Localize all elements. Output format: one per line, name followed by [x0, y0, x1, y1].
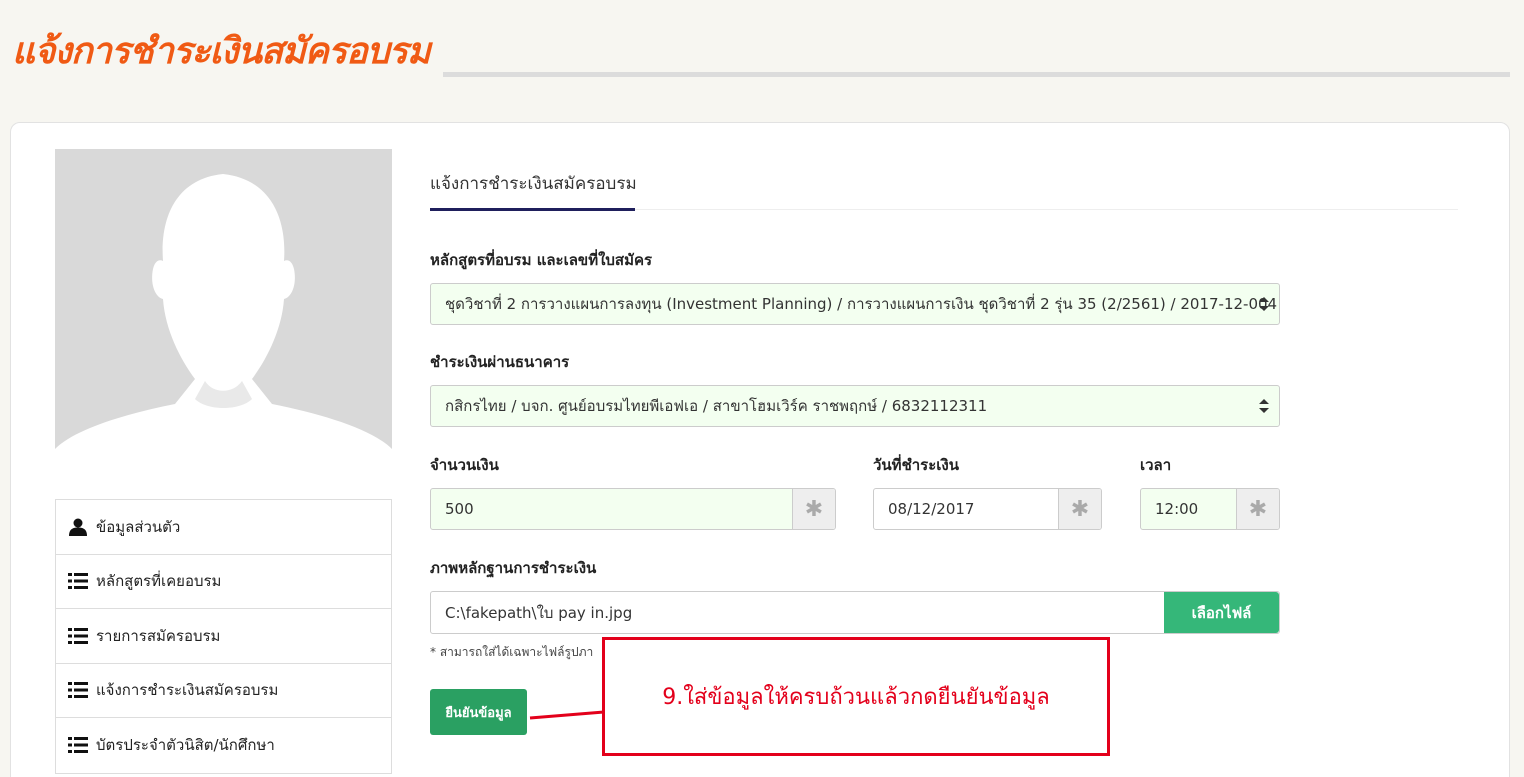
sidebar-item-label: ข้อมูลส่วนตัว	[96, 517, 181, 536]
file-hint: * สามารถใส่ได้เฉพาะไฟล์รูปภา	[430, 645, 594, 659]
sidebar-item-label: บัตรประจำตัวนิสิต/นักศึกษา	[96, 736, 275, 755]
sidebar-item-label: รายการสมัครอบรม	[96, 626, 221, 645]
sidebar-menu: ข้อมูลส่วนตัว หลักสูตรที่เคยอบรม รายการส…	[55, 499, 392, 774]
list-icon	[68, 627, 90, 645]
avatar-silhouette-icon	[55, 149, 392, 486]
sidebar-item-profile[interactable]: ข้อมูลส่วนตัว	[56, 500, 391, 555]
list-icon	[68, 736, 90, 754]
title-divider	[443, 72, 1510, 77]
sidebar-item-past-courses[interactable]: หลักสูตรที่เคยอบรม	[56, 555, 391, 609]
file-path-input[interactable]: C:\fakepath\ใบ pay in.jpg	[430, 591, 1280, 634]
sidebar-item-registrations[interactable]: รายการสมัครอบรม	[56, 609, 391, 664]
user-icon	[68, 518, 90, 536]
date-value: 08/12/2017	[888, 500, 975, 518]
amount-label: จำนวนเงิน	[430, 456, 499, 474]
tab-active-indicator	[430, 208, 635, 211]
list-icon	[68, 681, 90, 699]
instruction-callout: 9.ใส่ข้อมูลให้ครบถ้วนแล้วกดยืนยันข้อมูล	[602, 637, 1110, 756]
time-value: 12:00	[1155, 500, 1199, 518]
avatar	[55, 149, 392, 486]
time-label: เวลา	[1140, 456, 1172, 474]
callout-text: 9.ใส่ข้อมูลให้ครบถ้วนแล้วกดยืนยันข้อมูล	[662, 685, 1050, 710]
time-input[interactable]: 12:00 ✱	[1140, 488, 1280, 530]
choose-file-button[interactable]: เลือกไฟล์	[1164, 592, 1279, 633]
sidebar-item-payment-notice[interactable]: แจ้งการชำระเงินสมัครอบรม	[56, 664, 391, 718]
tab-payment-notice[interactable]: แจ้งการชำระเงินสมัครอบรม	[430, 170, 637, 197]
sidebar-item-label: แจ้งการชำระเงินสมัครอบรม	[96, 681, 279, 700]
page-title: แจ้งการชำระเงินสมัครอบรม	[12, 31, 431, 72]
date-input[interactable]: 08/12/2017 ✱	[873, 488, 1102, 530]
sidebar-item-label: หลักสูตรที่เคยอบรม	[96, 572, 222, 591]
course-select-value: ชุดวิชาที่ 2 การวางแผนการลงทุน (Investme…	[445, 295, 1278, 313]
required-asterisk-icon: ✱	[1236, 489, 1279, 529]
file-path-value: C:\fakepath\ใบ pay in.jpg	[445, 603, 633, 622]
bank-select[interactable]: กสิกรไทย / บจก. ศูนย์อบรมไทยพีเอฟเอ / สา…	[430, 385, 1280, 427]
list-icon	[68, 572, 90, 590]
course-select[interactable]: ชุดวิชาที่ 2 การวางแผนการลงทุน (Investme…	[430, 283, 1280, 325]
select-arrows-icon	[1259, 399, 1269, 413]
amount-value: 500	[445, 500, 474, 518]
course-label: หลักสูตรที่อบรม และเลขที่ใบสมัคร	[430, 251, 653, 269]
bank-select-value: กสิกรไทย / บจก. ศูนย์อบรมไทยพีเอฟเอ / สา…	[445, 397, 988, 415]
required-asterisk-icon: ✱	[1058, 489, 1101, 529]
required-asterisk-icon: ✱	[792, 489, 835, 529]
bank-label: ชำระเงินผ่านธนาคาร	[430, 353, 570, 371]
evidence-label: ภาพหลักฐานการชำระเงิน	[430, 559, 597, 577]
confirm-submit-button[interactable]: ยืนยันข้อมูล	[430, 689, 527, 735]
date-label: วันที่ชำระเงิน	[873, 456, 959, 474]
amount-input[interactable]: 500 ✱	[430, 488, 836, 530]
sidebar-item-student-card[interactable]: บัตรประจำตัวนิสิต/นักศึกษา	[56, 718, 391, 773]
select-arrows-icon	[1259, 297, 1269, 311]
